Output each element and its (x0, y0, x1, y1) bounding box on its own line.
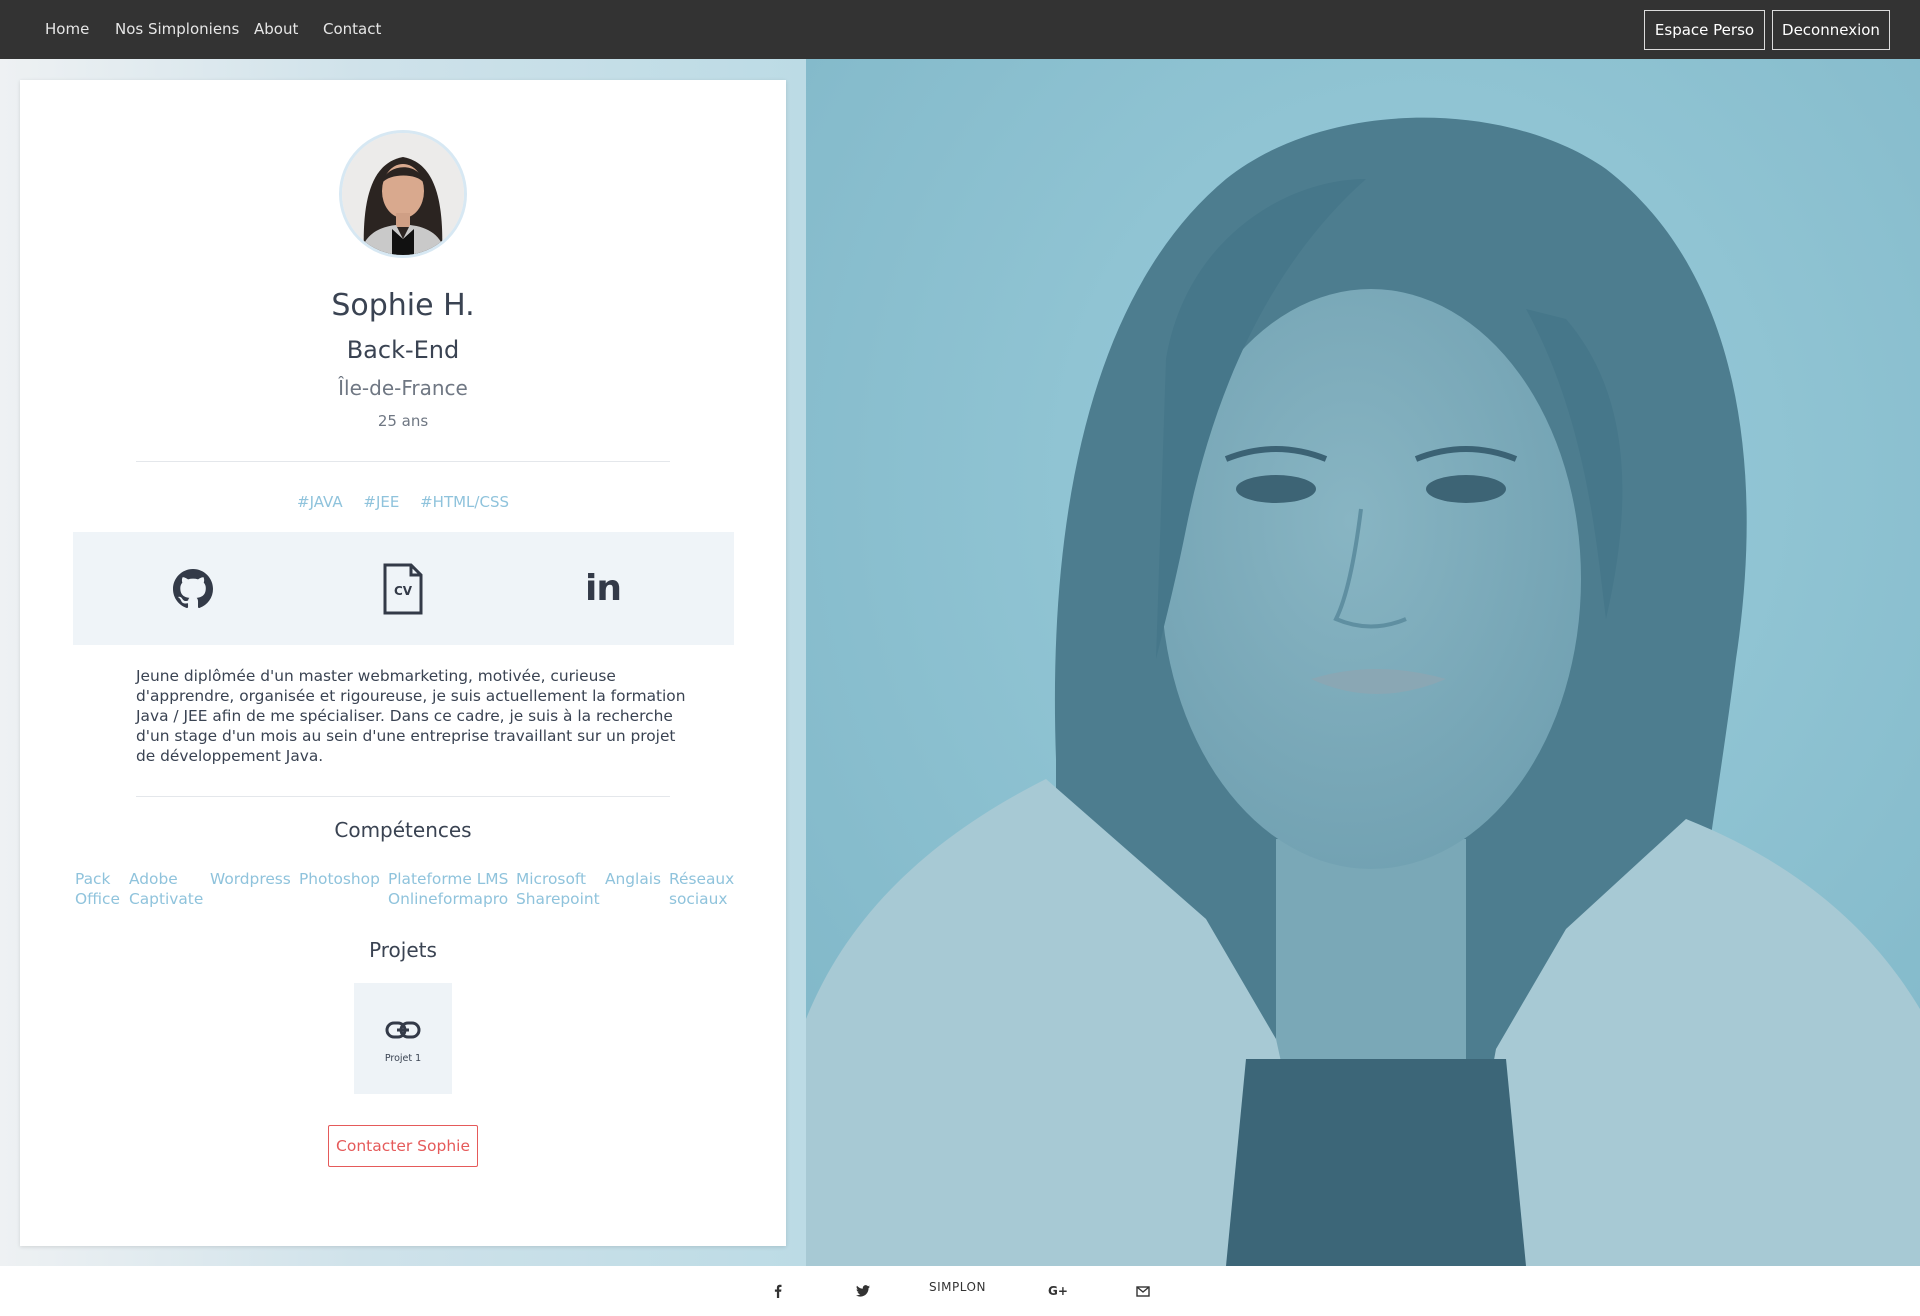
divider (136, 461, 670, 462)
linkedin-link[interactable]: in (573, 532, 633, 645)
skill-item[interactable]: Réseaux sociaux (669, 869, 734, 909)
twitter-icon (856, 1285, 870, 1297)
deconnexion-button[interactable]: Deconnexion (1772, 10, 1890, 50)
facebook-link[interactable] (770, 1283, 786, 1299)
skill-item[interactable]: Microsoft Sharepoint (516, 869, 600, 909)
cv-file-icon: CV (383, 563, 423, 614)
espace-perso-button[interactable]: Espace Perso (1644, 10, 1765, 50)
profile-card: Sophie H. Back-End Île-de-France 25 ans … (20, 80, 786, 1246)
nav-simploniens-link[interactable]: Nos Simploniens (115, 20, 239, 38)
cv-link[interactable]: CV (373, 532, 433, 645)
avatar-photo (342, 133, 464, 255)
profile-tags: #JAVA #JEE #HTML/CSS (20, 493, 786, 511)
mail-link[interactable] (1135, 1283, 1151, 1299)
google-plus-icon: G+ (1048, 1284, 1068, 1298)
nav-home-link[interactable]: Home (45, 20, 89, 38)
hero-portrait (806, 59, 1920, 1266)
skill-item[interactable]: Wordpress (210, 869, 291, 889)
contact-button[interactable]: Contacter Sophie (328, 1125, 478, 1167)
tag-java[interactable]: #JAVA (297, 493, 343, 511)
avatar (339, 130, 467, 258)
skill-item[interactable]: Adobe Captivate (129, 869, 203, 909)
project-tile[interactable]: Projet 1 (354, 983, 452, 1094)
skill-item[interactable]: Anglais (605, 869, 661, 889)
profile-age: 25 ans (377, 412, 429, 430)
divider (136, 796, 670, 797)
skill-item[interactable]: Pack Office (75, 869, 120, 909)
footer: SIMPLON G+ (0, 1266, 1920, 1316)
twitter-link[interactable] (855, 1283, 871, 1299)
tag-html-css[interactable]: #HTML/CSS (420, 493, 509, 511)
hero-portrait-image (806, 59, 1920, 1266)
competences-title: Compétences (334, 818, 472, 842)
nav-contact-link[interactable]: Contact (323, 20, 381, 38)
profile-region: Île-de-France (338, 376, 468, 400)
nav-about-link[interactable]: About (254, 20, 298, 38)
cv-label: CV (394, 584, 413, 598)
github-icon (173, 568, 213, 608)
top-navbar: Home Nos Simploniens About Contact Espac… (0, 0, 1920, 59)
link-icon (385, 1021, 421, 1039)
skill-item[interactable]: Plateforme LMS Onlineformapro (388, 869, 508, 909)
profile-role: Back-End (346, 336, 460, 364)
skill-item[interactable]: Photoshop (299, 869, 380, 889)
linkedin-icon: in (585, 568, 622, 609)
tag-jee[interactable]: #JEE (363, 493, 399, 511)
simplon-logo[interactable]: SIMPLON (929, 1280, 986, 1294)
projets-title: Projets (369, 938, 437, 962)
profile-name: Sophie H. (331, 288, 475, 323)
mail-icon (1136, 1285, 1150, 1297)
project-label: Projet 1 (384, 1053, 422, 1064)
profile-links: CV in (73, 532, 734, 645)
profile-bio: Jeune diplômée d'un master webmarketing,… (136, 667, 686, 765)
facebook-icon (774, 1284, 782, 1298)
google-plus-link[interactable]: G+ (1048, 1283, 1068, 1299)
github-link[interactable] (163, 532, 223, 645)
